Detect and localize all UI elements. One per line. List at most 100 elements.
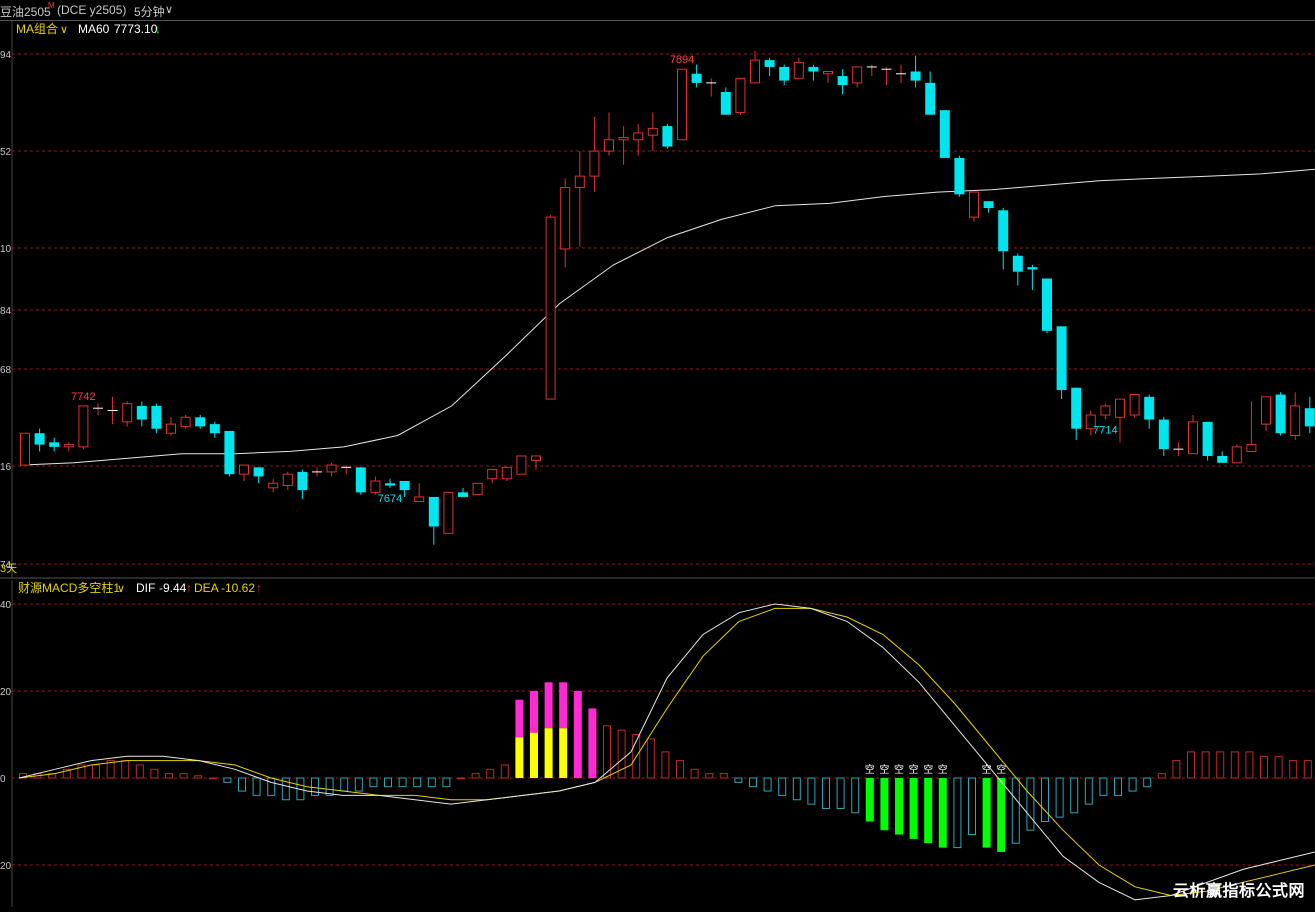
candle-body <box>940 110 950 158</box>
candle-body <box>1189 422 1198 454</box>
candle-body <box>1027 267 1037 269</box>
macd-bar <box>939 778 947 848</box>
candle-body <box>662 126 672 146</box>
candle-body <box>356 467 366 492</box>
candle-body <box>838 76 848 85</box>
candle-body <box>1042 279 1052 331</box>
price-tick-label: 10 <box>0 244 12 255</box>
candle-body <box>984 201 994 208</box>
candle-body <box>1262 397 1271 424</box>
candle-body <box>137 406 147 420</box>
candle-body <box>1057 326 1067 390</box>
period-caret-icon[interactable]: ∨ <box>165 3 173 16</box>
candle-body <box>648 128 657 135</box>
candle <box>473 483 482 494</box>
candle <box>502 467 511 481</box>
candle-body <box>1247 445 1256 452</box>
macd-bar <box>209 778 216 779</box>
candle-body <box>64 445 73 447</box>
candle-body <box>911 72 921 81</box>
candle-body <box>925 83 935 115</box>
candle-body <box>444 492 453 533</box>
kong-marker: 空 <box>865 763 875 776</box>
price-tick-label: 68 <box>0 365 12 376</box>
candle-body <box>634 133 643 140</box>
candle-body <box>240 465 249 474</box>
ma-indicator-caret[interactable]: ∨ <box>60 24 68 36</box>
candle-body <box>151 406 161 429</box>
chart-window: 94521084681674 7742789476747714 MA组合 ∨ M… <box>0 0 1315 907</box>
macd-bar <box>515 700 523 778</box>
macd-bar-fill <box>939 778 947 848</box>
ma60-label: MA60 <box>78 22 110 36</box>
candle-body <box>254 467 264 476</box>
price-tick-label: 94 <box>0 50 12 61</box>
candle <box>224 431 234 477</box>
macd-bar-fill <box>910 778 918 839</box>
macd-bar <box>559 682 567 778</box>
macd-indicator-caret[interactable]: ∨ <box>117 583 125 595</box>
period-selector[interactable]: 5分钟 <box>134 3 165 20</box>
macd-bar-fill <box>895 778 903 835</box>
candle-body <box>283 474 292 485</box>
candle-body <box>1144 397 1154 420</box>
macd-bar-fill <box>983 778 991 848</box>
candle-body <box>590 151 599 176</box>
candle-body <box>79 406 88 447</box>
candle-body <box>808 67 818 72</box>
candle <box>1276 392 1286 435</box>
macd-bar-fill <box>574 691 582 778</box>
macd-indicator-label[interactable]: 财源MACD多空柱1 <box>18 580 120 595</box>
macd-bar-lower <box>545 728 553 778</box>
kong-marker: 空 <box>938 763 948 776</box>
kong-marker: 空 <box>923 763 933 776</box>
dif-arrow: ↑ <box>186 581 192 595</box>
macd-bar-fill <box>924 778 932 843</box>
symbol-name[interactable]: 豆油2505 <box>0 3 51 20</box>
macd-bar <box>866 778 874 822</box>
macd-bar-lower <box>515 737 523 778</box>
candle-body <box>210 424 220 433</box>
candle <box>1232 445 1241 463</box>
candle-body <box>619 137 628 139</box>
candle <box>662 124 672 149</box>
candle-body <box>605 140 614 151</box>
ma-indicator-label[interactable]: MA组合 <box>16 21 58 36</box>
candle-body <box>853 67 862 83</box>
candle-body <box>998 210 1008 251</box>
candle <box>356 467 366 494</box>
macd-bar-outline <box>209 778 216 779</box>
macd-bar-outline <box>458 778 465 779</box>
candle <box>21 433 30 465</box>
candle-body <box>824 72 833 74</box>
macd-bar-lower <box>530 733 538 778</box>
candle-body <box>385 483 395 485</box>
candle-body <box>181 417 190 426</box>
candle-body <box>561 188 570 249</box>
macd-bar-upper <box>530 691 538 733</box>
macd-bar <box>910 778 918 839</box>
candle-body <box>415 497 424 502</box>
candle-body <box>1101 406 1110 415</box>
candle <box>444 492 453 533</box>
kong-marker: 空 <box>996 763 1006 776</box>
macd-bar-fill <box>866 778 874 822</box>
dif-value: -9.44 <box>159 581 187 595</box>
days-label: 3天 <box>0 563 17 575</box>
macd-bar <box>997 778 1005 852</box>
candle-body <box>1217 456 1227 463</box>
macd-bar <box>530 691 538 778</box>
macd-tick-label: 20 <box>0 687 12 698</box>
candle-body <box>1291 406 1300 436</box>
symbol-mark: M <box>48 1 55 10</box>
candle-body <box>502 467 511 478</box>
candle-body <box>1013 256 1023 272</box>
candle <box>954 156 964 197</box>
ma60-value: 7773.10 <box>114 22 158 36</box>
candle-body <box>488 470 497 479</box>
candle-body <box>970 192 979 217</box>
candle <box>517 456 526 474</box>
macd-bar-upper <box>545 682 553 728</box>
macd-bar <box>574 691 582 778</box>
macd-bar-fill <box>588 708 596 778</box>
